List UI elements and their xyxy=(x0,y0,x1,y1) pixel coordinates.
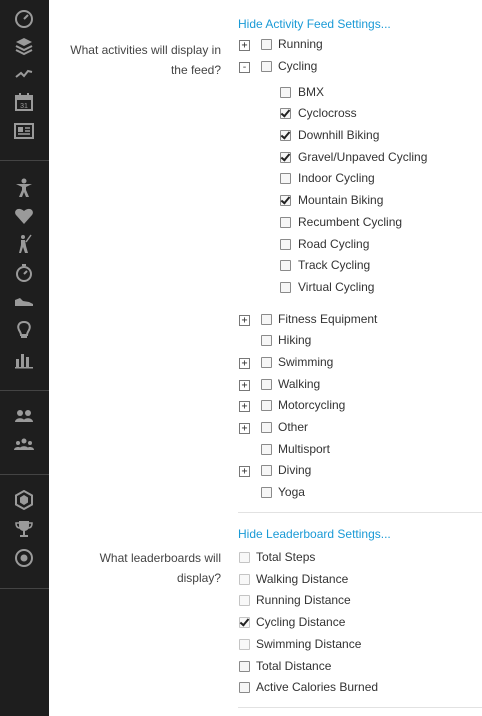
total-steps-checkbox[interactable] xyxy=(239,552,250,563)
hide-activity-feed-link[interactable]: Hide Activity Feed Settings... xyxy=(238,17,391,31)
road-cycling-checkbox[interactable] xyxy=(280,239,291,250)
groups-icon[interactable] xyxy=(12,434,36,456)
bar-chart-icon[interactable] xyxy=(12,348,36,370)
sidebar-divider xyxy=(0,588,49,589)
person-icon[interactable] xyxy=(12,177,36,199)
expand-diving-button[interactable]: + xyxy=(239,466,250,477)
other-label: Other xyxy=(278,420,309,434)
multisport-checkbox[interactable] xyxy=(261,444,272,455)
activity-feed-question: What activities will display in the feed… xyxy=(70,43,221,77)
target-icon[interactable] xyxy=(12,547,36,569)
running-distance-label: Running Distance xyxy=(256,593,351,607)
activity-line-icon[interactable] xyxy=(12,63,36,85)
expand-running-button[interactable]: + xyxy=(239,40,250,51)
lightbulb-icon[interactable] xyxy=(12,319,36,341)
dashboard-icon[interactable] xyxy=(12,7,36,29)
indoor-cycling-label: Indoor Cycling xyxy=(298,171,375,185)
recumbent-cycling-checkbox[interactable] xyxy=(280,217,291,228)
reports-icon[interactable] xyxy=(12,120,36,142)
running-distance-checkbox[interactable] xyxy=(239,595,250,606)
expand-walking-button[interactable]: + xyxy=(239,380,250,391)
other-checkbox[interactable] xyxy=(261,422,272,433)
sidebar-divider xyxy=(0,474,49,475)
divider xyxy=(238,512,482,513)
sidebar-divider xyxy=(0,160,49,161)
expand-fitness-equipment-button[interactable]: + xyxy=(239,315,250,326)
yoga-label: Yoga xyxy=(278,485,305,499)
swimming-distance-label: Swimming Distance xyxy=(256,637,362,651)
main-content: Hide Activity Feed Settings... What acti… xyxy=(49,0,482,716)
heart-icon[interactable] xyxy=(12,205,36,227)
active-calories-burned-label: Active Calories Burned xyxy=(256,680,379,694)
walking-distance-label: Walking Distance xyxy=(256,572,349,586)
motorcycling-checkbox[interactable] xyxy=(261,400,272,411)
gravel-unpaved-cycling-label: Gravel/Unpaved Cycling xyxy=(298,150,428,164)
layers-icon[interactable] xyxy=(12,35,36,57)
swimming-checkbox[interactable] xyxy=(261,357,272,368)
cyclocross-label: Cyclocross xyxy=(298,106,357,120)
cyclocross-checkbox[interactable] xyxy=(280,108,291,119)
swimming-label: Swimming xyxy=(278,355,334,369)
connections-icon[interactable] xyxy=(12,405,36,427)
multisport-label: Multisport xyxy=(278,442,331,456)
walking-label: Walking xyxy=(278,377,321,391)
running-label: Running xyxy=(278,37,323,51)
shoe-icon[interactable] xyxy=(12,290,36,312)
bmx-checkbox[interactable] xyxy=(280,87,291,98)
expand-motorcycling-button[interactable]: + xyxy=(239,401,250,412)
running-checkbox[interactable] xyxy=(261,39,272,50)
divider xyxy=(238,707,482,708)
calendar-icon[interactable]: 31 xyxy=(12,91,36,113)
road-cycling-label: Road Cycling xyxy=(298,237,370,251)
total-distance-checkbox[interactable] xyxy=(239,661,250,672)
recumbent-cycling-label: Recumbent Cycling xyxy=(298,215,403,229)
mountain-biking-label: Mountain Biking xyxy=(298,193,384,207)
svg-text:31: 31 xyxy=(20,103,28,110)
downhill-biking-label: Downhill Biking xyxy=(298,128,380,142)
diving-checkbox[interactable] xyxy=(261,465,272,476)
hide-leaderboard-link[interactable]: Hide Leaderboard Settings... xyxy=(238,527,391,541)
virtual-cycling-checkbox[interactable] xyxy=(280,282,291,293)
leaderboard-question: What leaderboards will display? xyxy=(99,551,221,585)
collapse-cycling-button[interactable]: - xyxy=(239,62,250,73)
trophy-icon[interactable] xyxy=(12,518,36,540)
cycling-distance-checkbox[interactable] xyxy=(239,617,250,628)
active-calories-burned-checkbox[interactable] xyxy=(239,682,250,693)
sidebar-divider xyxy=(0,390,49,391)
track-cycling-checkbox[interactable] xyxy=(280,260,291,271)
walking-checkbox[interactable] xyxy=(261,379,272,390)
gravel-unpaved-cycling-checkbox[interactable] xyxy=(280,152,291,163)
diving-label: Diving xyxy=(278,463,312,477)
sidebar: 31 xyxy=(0,0,49,716)
cycling-distance-label: Cycling Distance xyxy=(256,615,346,629)
expand-swimming-button[interactable]: + xyxy=(239,358,250,369)
yoga-checkbox[interactable] xyxy=(261,487,272,498)
total-steps-label: Total Steps xyxy=(256,550,316,564)
fitness-equipment-checkbox[interactable] xyxy=(261,314,272,325)
fitness-equipment-label: Fitness Equipment xyxy=(278,312,378,326)
downhill-biking-checkbox[interactable] xyxy=(280,130,291,141)
hiking-label: Hiking xyxy=(278,333,312,347)
track-cycling-label: Track Cycling xyxy=(298,258,371,272)
badge-icon[interactable] xyxy=(12,489,36,511)
virtual-cycling-label: Virtual Cycling xyxy=(298,280,375,294)
motorcycling-label: Motorcycling xyxy=(278,398,346,412)
hiking-checkbox[interactable] xyxy=(261,335,272,346)
expand-other-button[interactable]: + xyxy=(239,423,250,434)
walking-distance-checkbox[interactable] xyxy=(239,574,250,585)
golf-icon[interactable] xyxy=(12,233,36,255)
cycling-checkbox[interactable] xyxy=(261,61,272,72)
indoor-cycling-checkbox[interactable] xyxy=(280,173,291,184)
swimming-distance-checkbox[interactable] xyxy=(239,639,250,650)
stopwatch-icon[interactable] xyxy=(12,262,36,284)
total-distance-label: Total Distance xyxy=(256,659,332,673)
mountain-biking-checkbox[interactable] xyxy=(280,195,291,206)
cycling-label: Cycling xyxy=(278,59,318,73)
bmx-label: BMX xyxy=(298,85,325,99)
